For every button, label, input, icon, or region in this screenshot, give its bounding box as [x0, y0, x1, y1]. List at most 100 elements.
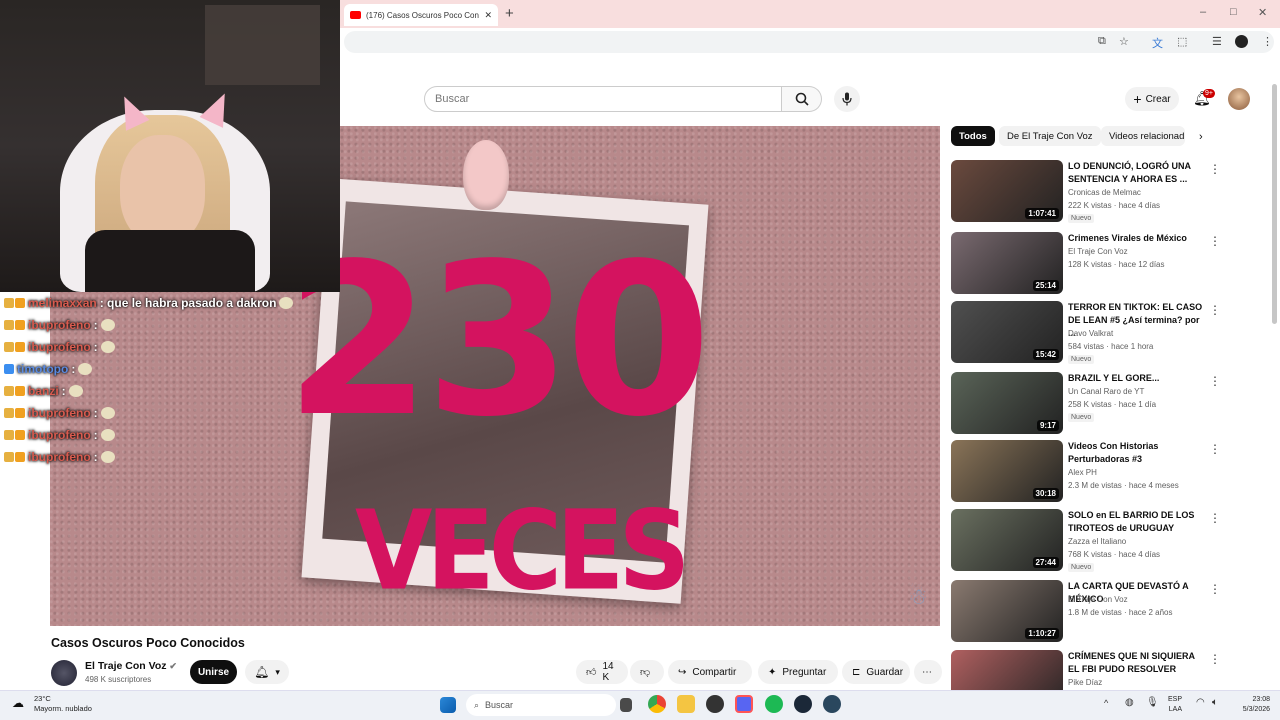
chat-message: ibuprofeno:	[4, 428, 115, 442]
share-button[interactable]: ↪ Compartir	[668, 660, 752, 684]
recommended-channel[interactable]: Alex PH	[1068, 468, 1097, 477]
install-icon[interactable]: ⧉	[1098, 35, 1106, 48]
chat-username[interactable]: ibuprofeno	[28, 318, 91, 332]
chrome-app-icon[interactable]	[648, 695, 666, 713]
like-button[interactable]: 👍︎ 14 K	[576, 660, 628, 684]
recommended-channel[interactable]: Zazza el Italiano	[1068, 537, 1126, 546]
chip-all[interactable]: Todos	[951, 126, 995, 146]
recommended-video[interactable]: 15:42 TERROR EN TIKTOK: EL CASO DE LEAN #…	[951, 301, 1261, 365]
task-view-icon[interactable]	[620, 698, 632, 712]
search-input[interactable]: Buscar	[424, 86, 782, 112]
save-button[interactable]: ⊏ Guardar	[842, 660, 910, 684]
chat-message: timotopo:	[4, 362, 93, 376]
recommended-title[interactable]: CRÍMENES QUE NI SIQUIERA EL FBI PUDO RES…	[1068, 650, 1208, 676]
recommended-channel[interactable]: El Traje Con Voz	[1068, 247, 1128, 256]
recommended-video[interactable]: 25:14 Crimenes Virales de México El Traje …	[951, 232, 1261, 296]
recommended-video[interactable]: 1:07:41 LO DENUNCIÓ, LOGRÓ UNA SENTENCIA …	[951, 160, 1261, 224]
channel-avatar[interactable]	[51, 660, 77, 686]
new-tab-button[interactable]: +	[505, 5, 514, 22]
bookmark-star-icon[interactable]: ☆	[1119, 35, 1129, 48]
address-bar[interactable]	[344, 31, 1274, 53]
chat-badges-icon	[4, 298, 25, 308]
create-button[interactable]: + Crear	[1125, 87, 1179, 111]
taskbar-search[interactable]: ⌕ Buscar	[466, 694, 616, 716]
language-indicator[interactable]: ESP LAA	[1168, 695, 1182, 715]
recommended-title[interactable]: SOLO en EL BARRIO DE LOS TIROTEOS de URU…	[1068, 509, 1208, 535]
clock[interactable]: 23:08 5/3/2026	[1222, 695, 1270, 715]
more-vertical-icon[interactable]: ⋮	[1209, 374, 1221, 388]
chat-username[interactable]: ibuprofeno	[28, 428, 91, 442]
recommended-title[interactable]: Videos Con Historias Perturbadoras #3	[1068, 440, 1208, 466]
more-vertical-icon[interactable]: ⋮	[1209, 303, 1221, 317]
video-thumbnail[interactable]: 1:10:27	[951, 580, 1063, 642]
search-icon	[795, 92, 809, 106]
chip-related[interactable]: Videos relacionad	[1101, 126, 1185, 146]
obs-app-icon[interactable]	[706, 695, 724, 713]
reading-list-icon[interactable]: ☰	[1212, 35, 1222, 48]
video-thumbnail[interactable]: 1:07:41	[951, 160, 1063, 222]
file-explorer-icon[interactable]	[677, 695, 695, 713]
recommended-video[interactable]: 1:10:27 LA CARTA QUE DEVASTÓ A MÉXICO El T…	[951, 580, 1261, 644]
recommended-channel[interactable]: Cronicas de Melmac	[1068, 188, 1141, 197]
video-thumbnail[interactable]: 25:14	[951, 232, 1063, 294]
video-thumbnail[interactable]: 9:17	[951, 372, 1063, 434]
search-button[interactable]	[782, 86, 822, 112]
menu-icon[interactable]: ⋮	[1262, 35, 1273, 48]
recommended-video[interactable]: 27:44 SOLO en EL BARRIO DE LOS TIROTEOS d…	[951, 509, 1261, 573]
recommended-video[interactable]: 9:17 BRAZIL Y EL GORE... Un Canal Raro de …	[951, 372, 1261, 436]
chat-username[interactable]: ibuprofeno	[28, 406, 91, 420]
ask-button[interactable]: ✦ Preguntar	[758, 660, 838, 684]
recommended-channel[interactable]: Pike Díaz	[1068, 678, 1102, 687]
network-icon[interactable]: ◍	[1125, 697, 1134, 708]
extensions-icon[interactable]: ⬚	[1177, 35, 1187, 48]
recommended-channel[interactable]: Un Canal Raro de YT	[1068, 387, 1144, 396]
chat-username[interactable]: melimaxxan	[28, 296, 97, 310]
channel-name[interactable]: El Traje Con Voz ✔	[85, 660, 177, 672]
wifi-icon[interactable]: ◠	[1196, 697, 1205, 708]
scrollbar[interactable]	[1272, 84, 1277, 324]
chat-username[interactable]: timotopo	[17, 362, 68, 376]
voice-search-button[interactable]	[834, 86, 860, 112]
more-vertical-icon[interactable]: ⋮	[1209, 162, 1221, 176]
volume-icon[interactable]: 🔈︎	[1212, 697, 1218, 708]
dislike-button[interactable]: 👎︎	[630, 660, 664, 684]
spotify-app-icon[interactable]	[765, 695, 783, 713]
steam-app-icon[interactable]	[794, 695, 812, 713]
profile-icon[interactable]	[1235, 35, 1248, 48]
discord-app-icon[interactable]	[735, 695, 753, 713]
account-avatar[interactable]	[1228, 88, 1250, 110]
close-tab-icon[interactable]: ✕	[484, 10, 492, 21]
chevron-right-icon[interactable]: ›	[1199, 131, 1203, 143]
more-vertical-icon[interactable]: ⋮	[1209, 652, 1221, 666]
recommended-channel[interactable]: Davo Valkrat	[1068, 329, 1113, 338]
video-thumbnail[interactable]: 15:42	[951, 301, 1063, 363]
video-thumbnail[interactable]: 30:18	[951, 440, 1063, 502]
chat-username[interactable]: ibuprofeno	[28, 450, 91, 464]
more-vertical-icon[interactable]: ⋮	[1209, 442, 1221, 456]
more-actions-button[interactable]: ⋯	[914, 660, 942, 684]
microphone-tray-icon[interactable]: 🎙︎	[1146, 697, 1159, 708]
recommended-title[interactable]: BRAZIL Y EL GORE...	[1068, 372, 1208, 385]
more-vertical-icon[interactable]: ⋮	[1209, 582, 1221, 596]
windows-start-icon[interactable]	[440, 697, 456, 713]
join-button[interactable]: Unirse	[190, 660, 237, 684]
browser-tab[interactable]: (176) Casos Oscuros Poco Conocidos - You…	[344, 4, 498, 26]
more-vertical-icon[interactable]: ⋮	[1209, 511, 1221, 525]
minimize-button[interactable]: –	[1200, 6, 1206, 18]
close-window-button[interactable]: ✕	[1258, 6, 1267, 19]
weather-widget[interactable]: 23°C Mayorm. nublado	[20, 694, 92, 714]
steam-app-icon-2[interactable]	[823, 695, 841, 713]
chat-username[interactable]: ibuprofeno	[28, 340, 91, 354]
more-vertical-icon[interactable]: ⋮	[1209, 234, 1221, 248]
tray-chevron-icon[interactable]: ^	[1104, 698, 1108, 708]
subscription-bell-button[interactable]: 🔔︎ ▾	[245, 660, 289, 684]
recommended-title[interactable]: LO DENUNCIÓ, LOGRÓ UNA SENTENCIA Y AHORA…	[1068, 160, 1208, 186]
chip-channel[interactable]: De El Traje Con Voz	[999, 126, 1101, 146]
translate-icon[interactable]: 文	[1152, 35, 1163, 51]
recommended-title[interactable]: Crimenes Virales de México	[1068, 232, 1208, 245]
maximize-button[interactable]: □	[1230, 6, 1237, 18]
recommended-video[interactable]: 30:18 Videos Con Historias Perturbadoras …	[951, 440, 1261, 504]
chat-username[interactable]: banzi	[28, 384, 59, 398]
video-thumbnail[interactable]: 27:44	[951, 509, 1063, 571]
recommended-channel[interactable]: El Traje Con Voz	[1068, 595, 1128, 604]
